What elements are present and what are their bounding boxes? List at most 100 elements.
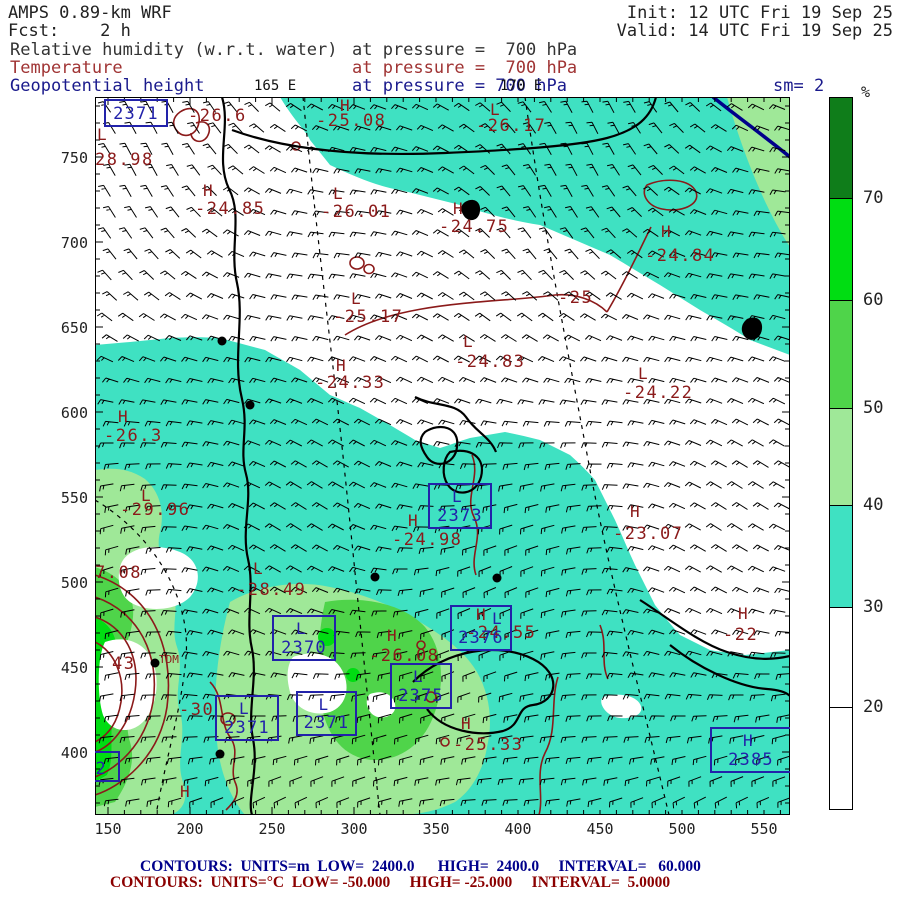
colorbar-segment — [830, 506, 852, 608]
colorbar-segment — [830, 608, 852, 708]
x-tick-label: 200 — [176, 820, 203, 838]
y-tick-label: 750 — [50, 149, 88, 167]
height-extremum-letter: H — [743, 733, 753, 749]
height-value-label: 2370 — [272, 640, 336, 657]
colorbar-tick-label: 20 — [863, 697, 883, 717]
colorbar-tick-label: 30 — [863, 597, 883, 617]
x-tick-label: 450 — [586, 820, 613, 838]
colorbar-segment — [830, 409, 852, 506]
temp-extremum-letter: L — [253, 561, 263, 577]
temp-value-label: -26.01 — [321, 204, 391, 221]
temp-value-label: -24.83 — [455, 354, 525, 371]
x-tick-label: 150 — [94, 820, 121, 838]
temp-extremum-letter: H — [738, 606, 748, 622]
height-value-label: 2375 — [390, 688, 452, 705]
temp-value-label: -25.08 — [316, 113, 386, 130]
colorbar-segment — [830, 199, 852, 301]
temp-extremum-letter: L — [333, 186, 343, 202]
y-tick-label: 650 — [50, 319, 88, 337]
temp-value-label: -29.96 — [120, 502, 190, 519]
temp-value-label: -28.49 — [236, 582, 306, 599]
temp-extremum-letter: H — [180, 784, 190, 800]
y-tick-label: 550 — [50, 489, 88, 507]
init-time: Init: 12 UTC Fri 19 Sep 25 — [627, 4, 893, 22]
temp-value-label: -25.33 — [453, 737, 523, 754]
temp-value-label: -30 — [179, 702, 214, 719]
map-label-layer: L 28.98 -26.6 H -25.08 L -26.17 H -24.85 L -26.01 H… — [95, 97, 790, 815]
height-extremum-letter: L — [413, 669, 423, 685]
x-tick-label: 250 — [258, 820, 285, 838]
height-value-label: 2371 — [104, 106, 168, 123]
y-tick-label: 700 — [50, 234, 88, 252]
colorbar-segment — [830, 708, 852, 809]
temp-extremum-letter: L — [351, 291, 361, 307]
temp-value-label: 43 — [112, 656, 135, 673]
temp-extremum-letter: H — [453, 201, 463, 217]
colorbar — [829, 97, 853, 810]
temp-extremum-letter: H — [408, 513, 418, 529]
temp-value-label: -23.07 — [613, 526, 683, 543]
y-tick-label: 450 — [50, 659, 88, 677]
temp-extremum-letter: L — [638, 366, 648, 382]
temp-value-label: -25.17 — [333, 309, 403, 326]
temp-value-label: -22 — [723, 627, 758, 644]
x-tick-label: 350 — [422, 820, 449, 838]
colorbar-tick-label: 60 — [863, 290, 883, 310]
temp-extremum-letter: H — [661, 224, 671, 240]
height-value-label: 2376 — [450, 630, 512, 647]
temp-value-label: -26.3 — [104, 428, 163, 445]
height-extremum-letter: L — [319, 697, 329, 713]
temp-value-label: -24.98 — [392, 532, 462, 549]
x-tick-label: 400 — [504, 820, 531, 838]
temp-value-label: -26.17 — [476, 118, 546, 135]
forecast-hour: Fcst: 2 h — [8, 22, 131, 40]
field-temp-level: at pressure = 700 hPa — [352, 59, 577, 77]
field-rh-level: at pressure = 700 hPa — [352, 41, 577, 59]
temp-extremum-letter: H — [630, 504, 640, 520]
temp-value-label: -24.22 — [623, 385, 693, 402]
valid-time: Valid: 14 UTC Fri 19 Sep 25 — [617, 22, 893, 40]
colorbar-tick-label: 40 — [863, 495, 883, 515]
temp-value-label: 28.98 — [95, 152, 154, 169]
temp-extremum-letter: L — [463, 334, 473, 350]
temp-value-label: -24.84 — [645, 248, 715, 265]
height-extremum-letter: L — [492, 611, 502, 627]
temp-value-label: -25 — [558, 290, 593, 307]
temp-value-label: 7.08 — [95, 565, 142, 582]
temp-value-label: -24.85 — [195, 201, 265, 218]
temp-contour-info: CONTOURS: UNITS=°C LOW= -50.000 HIGH= -2… — [110, 874, 670, 892]
colorbar-segment — [830, 98, 852, 199]
height-extremum-letter: L — [296, 621, 306, 637]
field-temp-label: Temperature — [10, 59, 123, 77]
model-title: AMPS 0.89-km WRF — [8, 4, 172, 22]
colorbar-unit: % — [861, 83, 870, 101]
temp-extremum-letter: H — [203, 183, 213, 199]
height-value-label: 2373 — [428, 508, 492, 525]
y-tick-label: 600 — [50, 404, 88, 422]
x-tick-label: 300 — [340, 820, 367, 838]
temp-extremum-letter: H — [336, 358, 346, 374]
field-rh-label: Relative humidity (w.r.t. water) — [10, 41, 338, 59]
station-label: TDM — [159, 654, 179, 665]
height-value-label: 2385 — [710, 752, 790, 769]
x-tick-label: 500 — [668, 820, 695, 838]
field-hgt-label: Geopotential height — [10, 77, 204, 95]
height-value-label: 2371 — [215, 720, 279, 737]
meridian-label-165e: 165 E — [254, 78, 296, 94]
height-extremum-letter: L — [239, 701, 249, 717]
temp-extremum-letter: H — [461, 716, 471, 732]
colorbar-tick-label: 70 — [863, 188, 883, 208]
temp-value-label: -24.75 — [439, 219, 509, 236]
height-value-label: 72 — [95, 761, 120, 778]
height-extremum-letter: L — [452, 489, 462, 505]
temp-extremum-letter: H — [118, 409, 128, 425]
map-panel: L 28.98 -26.6 H -25.08 L -26.17 H -24.85 L -26.01 H… — [95, 97, 790, 815]
height-value-label: 2371 — [296, 715, 357, 732]
temp-value-label: -26.6 — [188, 108, 247, 125]
colorbar-tick-label: 50 — [863, 398, 883, 418]
temp-value-label: -24.33 — [315, 375, 385, 392]
smoothing-label: sm= 2 — [773, 77, 824, 95]
temp-extremum-letter: H — [387, 628, 397, 644]
x-tick-label: 550 — [750, 820, 777, 838]
temp-extremum-letter: L — [97, 127, 107, 143]
